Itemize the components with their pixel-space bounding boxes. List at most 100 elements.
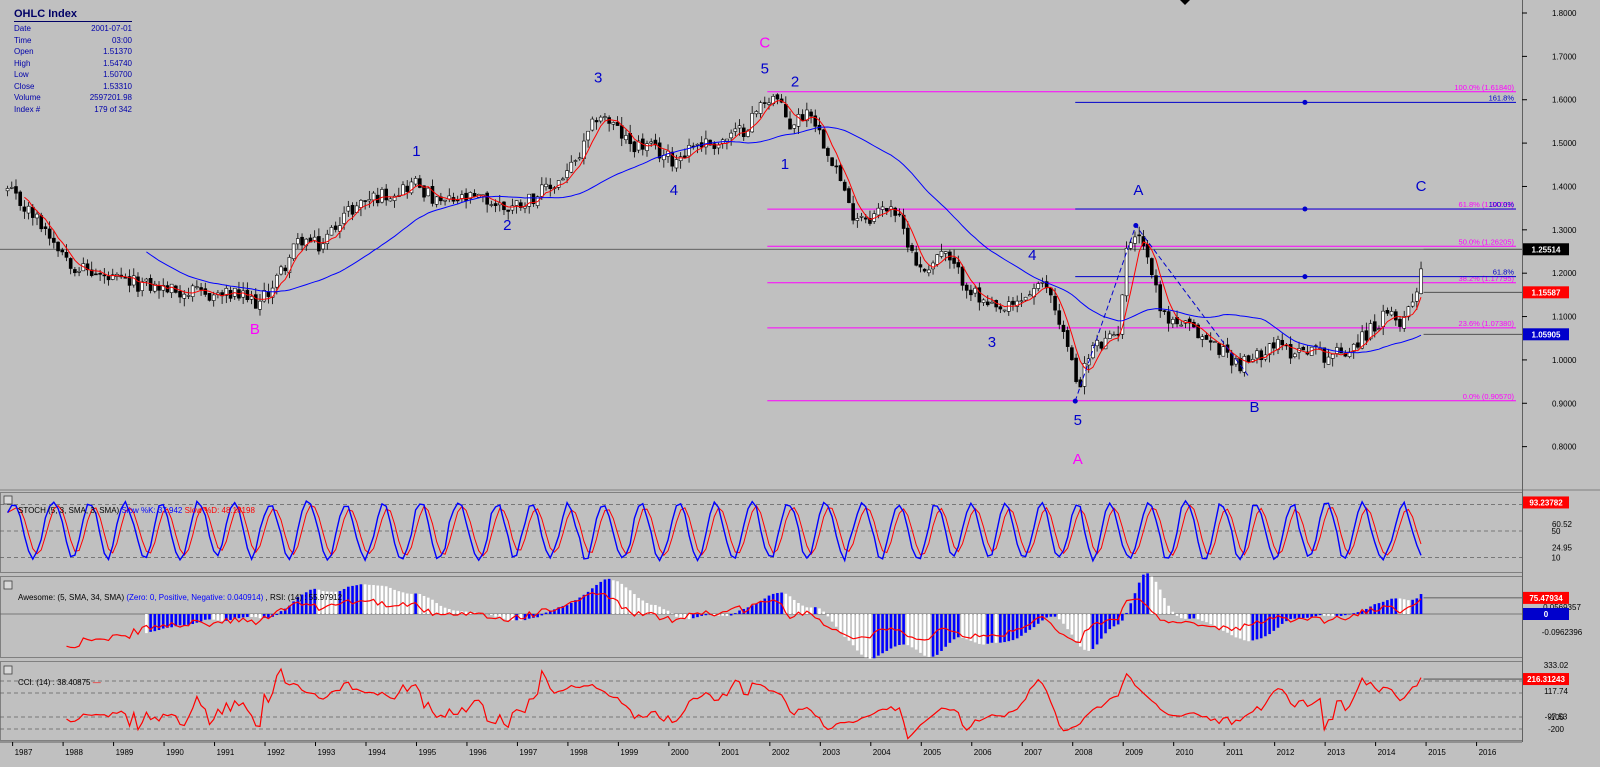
- candle-body: [775, 94, 780, 100]
- awesome-bar: [1318, 614, 1322, 616]
- cci-tick-label: 117.74: [1544, 687, 1568, 696]
- awesome-bar: [1247, 614, 1250, 642]
- cci-current-label: 216.31243: [1527, 675, 1565, 684]
- candle-body: [64, 251, 69, 258]
- awesome-label: Awesome: (5, SMA, 34, SMA) (Zero: 0, Pos…: [18, 593, 342, 602]
- candle-body: [1322, 347, 1327, 363]
- awesome-bar: [978, 614, 981, 644]
- stoch-k: Slow %K: 37.942: [121, 506, 183, 515]
- candle-body: [18, 191, 22, 206]
- candle-body: [1061, 324, 1066, 332]
- candle-body: [190, 285, 195, 297]
- awesome-bar: [1020, 614, 1023, 636]
- candle-body: [943, 251, 948, 254]
- time-tick-label: 2005: [923, 748, 941, 757]
- info-value: 1.50700: [103, 70, 132, 79]
- info-row: Low 1.50700: [14, 69, 132, 81]
- awesome-bar: [1377, 603, 1381, 614]
- candle-body: [784, 103, 788, 118]
- awesome-bar: [792, 599, 796, 614]
- candle-body: [291, 243, 296, 260]
- awesome-bar: [1200, 614, 1204, 621]
- time-tick-label: 1992: [267, 748, 285, 757]
- awesome-bar: [914, 614, 918, 650]
- candle-body: [544, 183, 548, 188]
- awesome-bar: [1167, 605, 1170, 614]
- candle-body: [39, 215, 44, 230]
- info-title: OHLC Index: [14, 8, 132, 22]
- awesome-bar: [1057, 614, 1061, 620]
- awesome-bar: [1175, 614, 1179, 616]
- info-key: Open: [14, 47, 34, 56]
- awesome-bar: [759, 601, 762, 614]
- awesome-bar: [1158, 589, 1162, 614]
- awesome-bar: [889, 614, 893, 649]
- candle-body: [1133, 236, 1137, 244]
- candle-body: [485, 192, 489, 205]
- awesome-bar: [1339, 614, 1343, 616]
- candle-body: [956, 262, 961, 268]
- price-badge-label: 1.15587: [1532, 288, 1561, 297]
- candle-body: [632, 141, 637, 153]
- time-tick-label: 2010: [1176, 748, 1194, 757]
- awesome-bar: [654, 605, 657, 614]
- candle-body: [1112, 334, 1116, 337]
- awesome-bar: [1171, 611, 1175, 614]
- candle-body: [300, 236, 304, 246]
- awesome-bar: [645, 602, 649, 614]
- time-tick-label: 2001: [721, 748, 739, 757]
- candle-body: [418, 178, 422, 188]
- candle-body: [569, 161, 574, 173]
- awesome-bar: [1373, 604, 1377, 614]
- cci-tick-label: -100: [1548, 713, 1565, 722]
- price-tick-label: 1.1000: [1552, 313, 1577, 322]
- candle-body: [834, 165, 839, 168]
- awesome-bar: [1196, 614, 1200, 620]
- candle-body: [548, 184, 553, 189]
- awesome-bar: [368, 584, 371, 614]
- price-tick-label: 1.3000: [1552, 226, 1577, 235]
- awesome-bar: [910, 614, 914, 648]
- stoch-current-label: 93.23782: [1529, 498, 1563, 507]
- candle-body: [186, 295, 191, 297]
- info-key: Date: [14, 24, 31, 33]
- awesome-bar: [1154, 581, 1158, 614]
- awesome-bar: [1259, 614, 1263, 639]
- awesome-bar: [1314, 614, 1318, 617]
- awesome-bar: [1003, 614, 1006, 643]
- awesome-bar: [452, 610, 455, 614]
- awesome-bar: [982, 614, 985, 645]
- candle-body: [910, 245, 914, 251]
- time-tick-label: 2007: [1024, 748, 1042, 757]
- info-value: 1.51370: [103, 47, 132, 56]
- candle-body: [1166, 311, 1171, 324]
- awesome-bar: [1100, 614, 1103, 639]
- awesome-bar: [822, 611, 825, 614]
- awesome-bar: [178, 614, 182, 626]
- candle-body: [430, 186, 435, 204]
- candle-body: [838, 165, 843, 182]
- awesome-bar: [1129, 603, 1133, 614]
- candle-body: [649, 141, 654, 144]
- awesome-bar: [565, 605, 569, 614]
- time-tick-label: 2003: [822, 748, 840, 757]
- candle-body: [1255, 350, 1259, 359]
- time-tick-label: 2002: [772, 748, 790, 757]
- candle-body: [1204, 335, 1209, 340]
- candle-body: [144, 278, 149, 282]
- candle-body: [1213, 341, 1217, 343]
- awesome-bar: [771, 593, 775, 614]
- awesome-bar: [763, 598, 767, 614]
- candle-body: [1036, 283, 1041, 289]
- candle-body: [5, 188, 10, 192]
- candle-body: [927, 269, 931, 274]
- candle-body: [443, 199, 447, 202]
- candle-body: [880, 206, 885, 210]
- price-tick-label: 1.7000: [1552, 52, 1577, 61]
- candle-body: [561, 178, 565, 181]
- candle-body: [939, 251, 944, 257]
- awesome-bar: [885, 614, 889, 651]
- candle-body: [1372, 321, 1377, 332]
- awesome-bar: [1184, 614, 1187, 619]
- candle-body: [493, 203, 498, 207]
